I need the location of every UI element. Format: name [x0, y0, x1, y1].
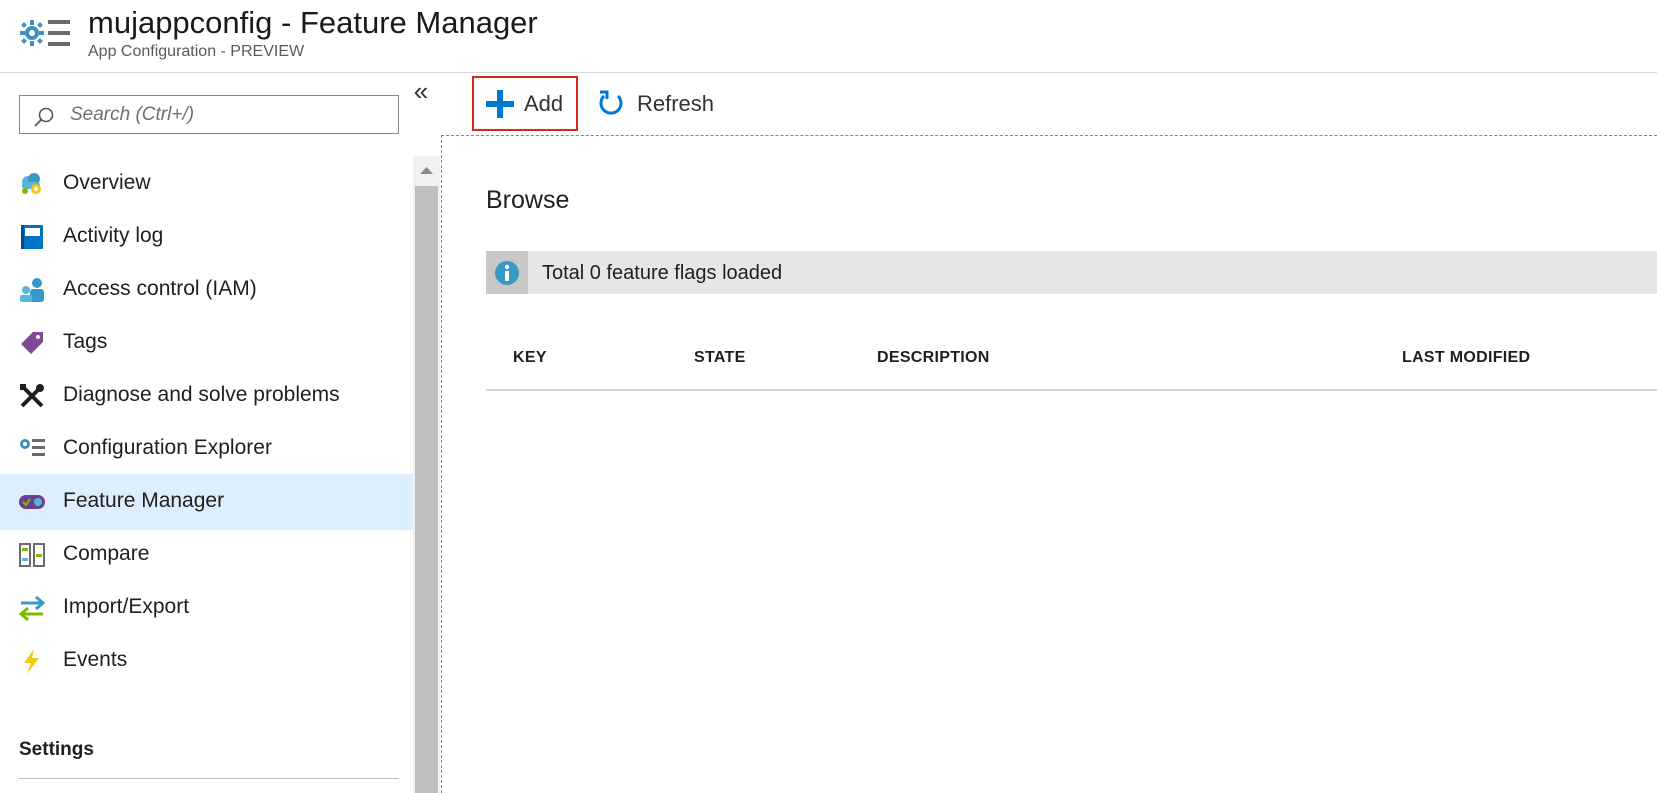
table-header: KEY STATE DESCRIPTION LAST MODIFIED	[486, 321, 1657, 391]
sidebar-item-label: Events	[63, 648, 128, 671]
people-icon	[20, 278, 44, 302]
sidebar-item-feature-manager[interactable]: Feature Manager	[0, 474, 413, 530]
scrollbar-thumb[interactable]	[415, 186, 438, 793]
sidebar-item-label: Activity log	[63, 224, 164, 247]
settings-section-header: Settings	[19, 739, 94, 760]
sidebar-scrollbar[interactable]	[413, 156, 440, 793]
sidebar-item-label: Tags	[63, 330, 108, 353]
sidebar-item-events[interactable]: Events	[0, 633, 413, 689]
search-icon	[34, 107, 54, 127]
wrench-icon	[20, 384, 44, 408]
sidebar-item-label: Overview	[63, 171, 151, 194]
main-content: Browse Total 0 feature flags loaded KEY …	[441, 135, 1657, 793]
sidebar-item-label: Compare	[63, 542, 150, 565]
gear-list-icon	[20, 439, 45, 456]
page-title: mujappconfig - Feature Manager	[88, 5, 538, 40]
column-header-key[interactable]: KEY	[513, 349, 547, 367]
compare-icon	[19, 543, 45, 567]
column-header-description[interactable]: DESCRIPTION	[877, 349, 990, 367]
sidebar-nav: Overview Activity log Access control (IA…	[0, 156, 413, 793]
add-button-label: Add	[524, 91, 564, 116]
sidebar-item-label: Import/Export	[63, 595, 190, 618]
sidebar: « Overview Activity log	[0, 74, 440, 793]
sidebar-item-import-export[interactable]: Import/Export	[0, 580, 413, 636]
command-bar: Add Refresh	[441, 74, 1657, 135]
refresh-button-label: Refresh	[637, 91, 715, 116]
arrows-icon	[18, 595, 46, 622]
sidebar-item-diagnose[interactable]: Diagnose and solve problems	[0, 368, 413, 424]
sidebar-item-label: Configuration Explorer	[63, 436, 272, 459]
plus-icon	[486, 90, 514, 118]
sidebar-item-access-control[interactable]: Access control (IAM)	[0, 262, 413, 318]
section-divider	[19, 778, 399, 779]
sidebar-item-label: Access control (IAM)	[63, 277, 257, 300]
refresh-icon	[599, 90, 623, 115]
sidebar-item-configuration-explorer[interactable]: Configuration Explorer	[0, 421, 413, 477]
sidebar-item-label: Diagnose and solve problems	[63, 383, 340, 406]
scroll-up-arrow-icon[interactable]	[413, 156, 440, 184]
cloud-gear-icon	[22, 173, 41, 194]
column-header-state[interactable]: STATE	[694, 349, 746, 367]
app-config-gear-list-icon	[20, 20, 70, 46]
add-button[interactable]: Add	[472, 76, 578, 131]
book-icon	[21, 225, 43, 249]
collapse-sidebar-button[interactable]: «	[408, 78, 434, 106]
info-icon-box	[486, 251, 528, 294]
sidebar-item-compare[interactable]: Compare	[0, 527, 413, 583]
info-banner: Total 0 feature flags loaded	[486, 251, 1657, 294]
page-subtitle: App Configuration - PREVIEW	[88, 43, 305, 60]
sidebar-item-activity-log[interactable]: Activity log	[0, 209, 413, 265]
column-header-last-modified[interactable]: LAST MODIFIED	[1402, 349, 1530, 367]
search-box[interactable]	[19, 95, 399, 134]
section-title: Browse	[486, 186, 570, 214]
blade-header: mujappconfig - Feature Manager App Confi…	[0, 0, 1657, 73]
info-text: Total 0 feature flags loaded	[542, 262, 783, 284]
sidebar-item-overview[interactable]: Overview	[0, 156, 413, 212]
sidebar-item-label: Feature Manager	[63, 489, 225, 512]
search-input[interactable]	[70, 100, 390, 130]
sidebar-item-tags[interactable]: Tags	[0, 315, 413, 371]
tag-icon	[21, 332, 43, 354]
refresh-button[interactable]: Refresh	[596, 76, 726, 131]
info-icon	[495, 261, 519, 285]
toggle-icon	[19, 495, 45, 509]
lightning-icon	[24, 649, 39, 674]
